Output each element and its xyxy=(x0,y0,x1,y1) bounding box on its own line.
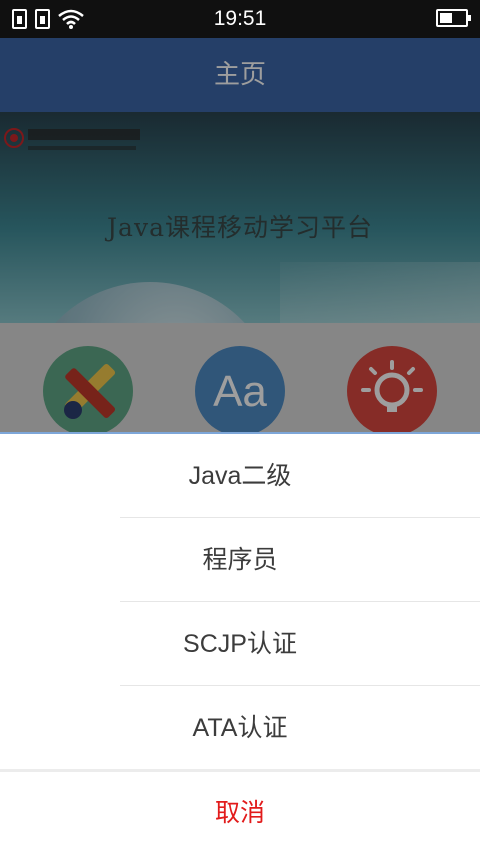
status-time: 19:51 xyxy=(213,7,267,30)
status-bar: 19:51 xyxy=(0,0,480,38)
option-programmer[interactable]: 程序员 xyxy=(0,518,480,602)
battery-icon xyxy=(436,9,471,27)
modal-backdrop[interactable] xyxy=(0,38,480,432)
action-sheet: Java二级 程序员 SCJP认证 ATA认证 取消 xyxy=(0,432,480,854)
cancel-button[interactable]: 取消 xyxy=(0,772,480,854)
option-ata-cert[interactable]: ATA认证 xyxy=(0,686,480,770)
option-scjp-cert[interactable]: SCJP认证 xyxy=(0,602,480,686)
option-java-level2[interactable]: Java二级 xyxy=(0,434,480,518)
